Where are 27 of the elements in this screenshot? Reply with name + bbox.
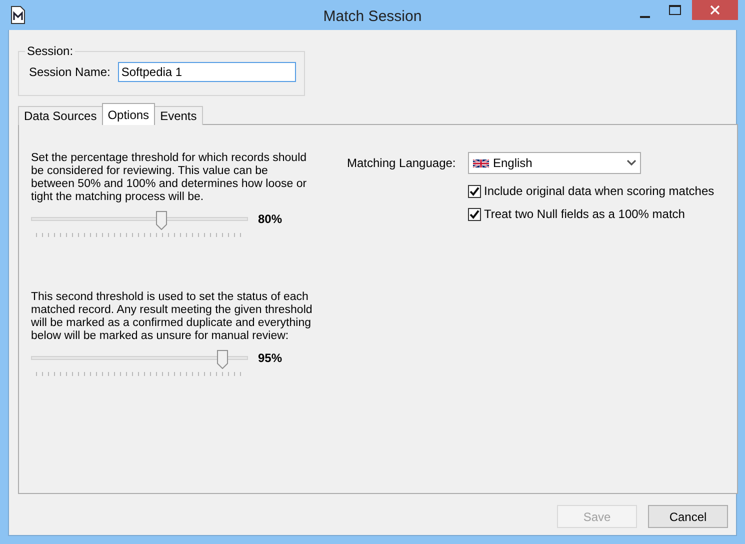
- threshold-description: Set the percentage threshold for which records should be considered for reviewing. This value can be between 50% and 100% and determines how loose or tight the matching process will be.: [31, 152, 308, 204]
- checkbox-label: Treat two Null fields as a 100% match: [484, 207, 685, 221]
- app-icon: [11, 6, 25, 24]
- minimize-icon: [640, 16, 650, 18]
- maximize-icon: [669, 5, 681, 15]
- slider-value: 95%: [258, 351, 282, 365]
- slider-thumb[interactable]: [156, 211, 168, 230]
- field-label: Matching Language:: [347, 156, 457, 170]
- slider-value: 80%: [258, 212, 282, 226]
- slider-thumb[interactable]: [216, 350, 228, 369]
- tab[interactable]: Events: [154, 106, 203, 125]
- checkbox-label: Include original data when scoring matches: [484, 184, 714, 198]
- checkbox[interactable]: [468, 184, 481, 198]
- dialog-button[interactable]: Cancel: [648, 505, 728, 528]
- threshold-description: This second threshold is used to set the status of each matched record. Any result meeting the given threshold will be marked as a confirmed duplicate and everything below will be marked as unsure for manual review:: [31, 291, 313, 343]
- checkbox[interactable]: [468, 208, 481, 220]
- group-title: Session:: [26, 44, 74, 58]
- tab[interactable]: Data Sources: [18, 106, 103, 125]
- session-name-field[interactable]: Softpedia 1: [118, 62, 296, 82]
- chevron-icon: [627, 160, 636, 166]
- window-title: Match Session: [323, 8, 422, 24]
- close-button[interactable]: [692, 0, 738, 20]
- field-label: Session Name:: [29, 65, 110, 79]
- tab[interactable]: Options: [102, 103, 156, 125]
- flag-icon: [473, 158, 489, 168]
- close-icon: [710, 5, 720, 15]
- language-dropdown[interactable]: English: [468, 152, 641, 174]
